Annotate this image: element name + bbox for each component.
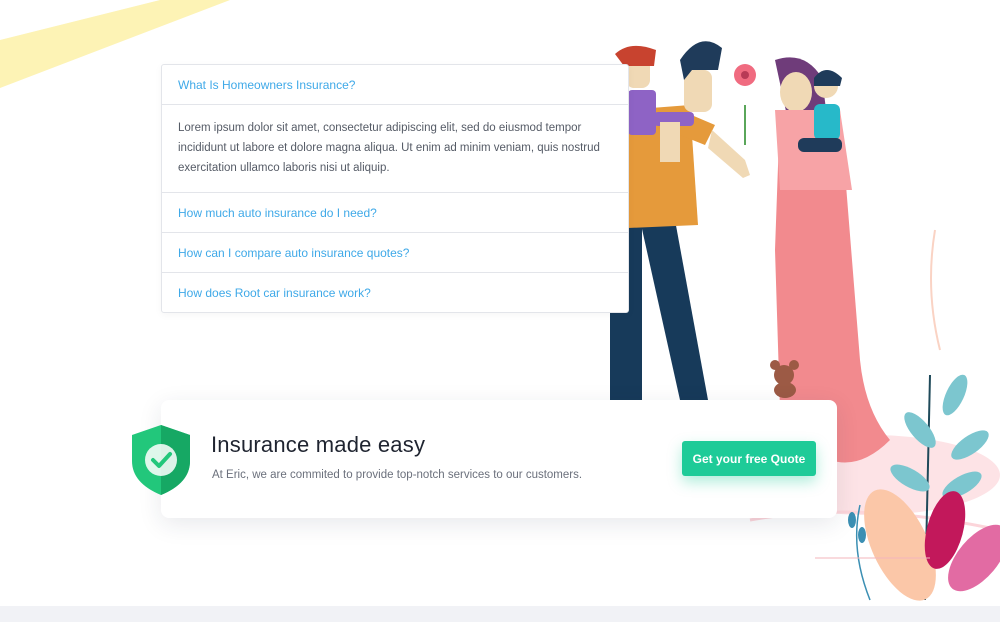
faq-accordion: What Is Homeowners Insurance? Lorem ipsu… — [161, 64, 629, 313]
faq-question-homeowners[interactable]: What Is Homeowners Insurance? — [162, 65, 628, 105]
faq-question-root-insurance[interactable]: How does Root car insurance work? — [162, 273, 628, 312]
faq-answer-homeowners: Lorem ipsum dolor sit amet, consectetur … — [162, 105, 628, 193]
shield-check-icon — [132, 425, 190, 495]
family-illustration — [610, 41, 1000, 601]
faq-question-auto-coverage[interactable]: How much auto insurance do I need? — [162, 193, 628, 233]
faq-question-compare-quotes[interactable]: How can I compare auto insurance quotes? — [162, 233, 628, 273]
footer-band — [0, 606, 1000, 622]
cta-title: Insurance made easy — [211, 432, 426, 457]
get-quote-button[interactable]: Get your free Quote — [682, 441, 816, 476]
cta-subtitle: At Eric, we are commited to provide top-… — [212, 469, 583, 481]
